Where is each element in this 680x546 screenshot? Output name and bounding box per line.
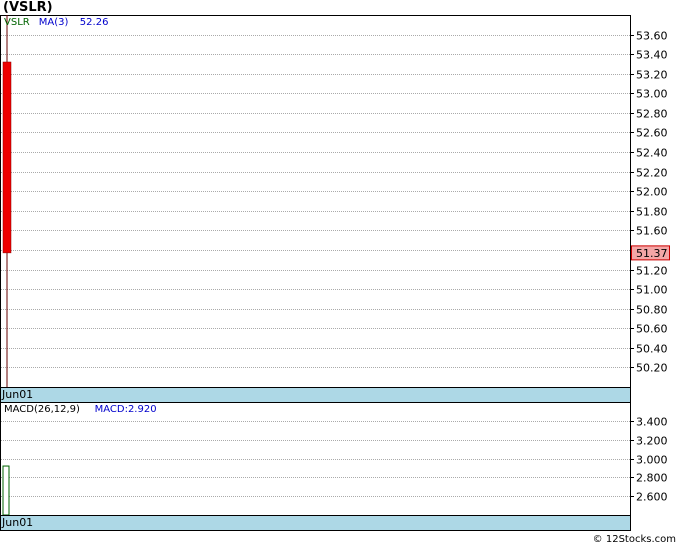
price-tick-label: 52.00	[636, 186, 668, 199]
price-tick-label: 51.20	[636, 265, 668, 278]
price-legend: VSLR MA(3) 52.26	[4, 17, 108, 28]
price-tick-label: 53.60	[636, 30, 668, 43]
price-tick-label: 51.60	[636, 225, 668, 238]
macd-tick-label: 3.000	[636, 454, 668, 467]
macd-legend-item: MACD(26,12,9)	[4, 404, 80, 415]
price-date-band	[0, 387, 631, 403]
macd-tick-label: 3.400	[636, 416, 668, 429]
macd-tick-label: 3.200	[636, 435, 668, 448]
price-axis-ticks: 53.60 53.40 53.20 53.00 52.80 52.60 52.40 52.20…	[630, 30, 668, 375]
price-date-label: Jun01	[1, 388, 33, 401]
price-legend-item: MA(3)	[39, 17, 69, 28]
price-tick-label: 52.20	[636, 167, 668, 180]
price-tick-label: 51.80	[636, 206, 668, 219]
price-tick-label: 53.20	[636, 69, 668, 82]
candle-body	[2, 61, 12, 254]
price-date-axis: Jun01	[0, 387, 631, 403]
macd-legend: MACD(26,12,9) MACD:2.920	[4, 404, 157, 415]
price-tick-label: 52.40	[636, 147, 668, 160]
price-legend-item: 52.26	[80, 17, 109, 28]
price-tick-label: 53.00	[636, 88, 668, 101]
price-candles: 51.37	[2, 15, 670, 387]
macd-tick-label: 2.600	[636, 491, 668, 504]
macd-date-label: Jun01	[1, 516, 33, 529]
macd-bars	[2, 465, 10, 516]
price-tick-label: 50.80	[636, 304, 668, 317]
macd-axis-ticks: 3.400 3.200 3.000 2.800 2.600	[630, 416, 668, 504]
price-tick-label: 50.20	[636, 362, 668, 375]
macd-legend-item: MACD:2.920	[95, 404, 157, 415]
macd-date-band	[0, 515, 631, 531]
price-tick-label: 51.00	[636, 284, 668, 297]
price-tick-label: 52.60	[636, 127, 668, 140]
price-tick-label: 50.40	[636, 343, 668, 356]
price-tick-label: 50.60	[636, 323, 668, 336]
price-tick-label: 53.40	[636, 49, 668, 62]
price-legend-item: VSLR	[4, 17, 30, 28]
price-panel-grid	[0, 15, 631, 388]
macd-tick-label: 2.800	[636, 472, 668, 485]
price-tick-label: 52.80	[636, 108, 668, 121]
macd-panel-grid	[0, 402, 631, 516]
copyright-footer: © 12Stocks.com	[592, 534, 676, 545]
chart-canvas: 53.60 53.40 53.20 53.00 52.80 52.60 52.40 52.20…	[0, 15, 670, 531]
last-price-label: 51.37	[636, 247, 668, 260]
price-frame	[0, 15, 631, 388]
macd-date-axis: Jun01	[0, 515, 631, 531]
macd-bar	[2, 465, 10, 516]
